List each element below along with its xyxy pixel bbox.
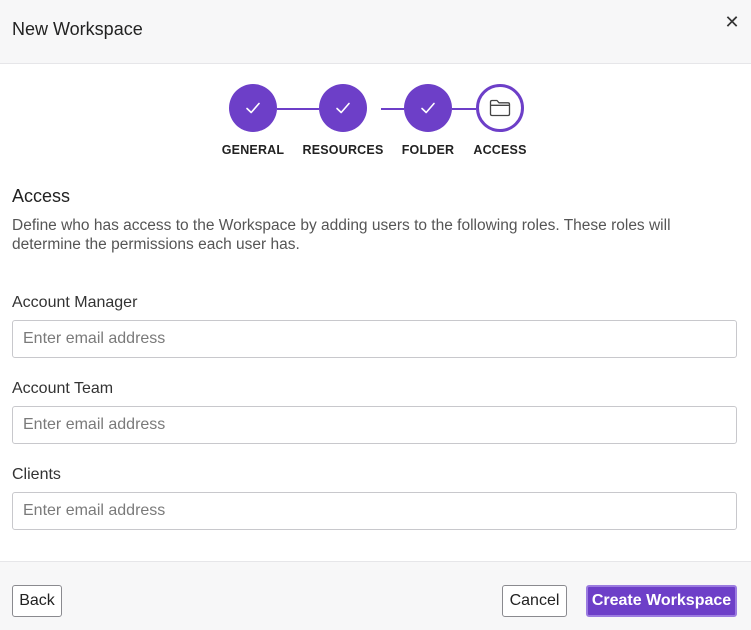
clients-label: Clients: [12, 466, 61, 483]
account-manager-email-input[interactable]: [12, 320, 737, 358]
step-general[interactable]: [229, 84, 277, 132]
folder-icon: [489, 99, 511, 117]
stepper: GENERAL RESOURCES FOLDER ACCESS: [0, 84, 751, 164]
dialog-title: New Workspace: [12, 19, 143, 39]
step-folder[interactable]: [404, 84, 452, 132]
clients-email-input[interactable]: [12, 492, 737, 530]
create-workspace-button[interactable]: Create Workspace: [586, 585, 737, 617]
dialog-header: New Workspace ✕: [0, 0, 751, 64]
dialog-footer: Back Cancel Create Workspace: [0, 561, 751, 630]
account-team-email-input[interactable]: [12, 406, 737, 444]
step-label-folder: FOLDER: [401, 143, 455, 157]
account-team-label: Account Team: [12, 380, 114, 397]
section-description: Define who has access to the Workspace b…: [12, 217, 671, 253]
account-manager-label: Account Manager: [12, 294, 138, 311]
section-title: Access: [12, 186, 71, 206]
step-connector: [452, 108, 476, 110]
step-label-access: ACCESS: [473, 143, 527, 157]
back-button[interactable]: Back: [12, 585, 62, 617]
step-label-general: GENERAL: [221, 143, 285, 157]
step-access[interactable]: [476, 84, 524, 132]
checkmark-icon: [336, 102, 350, 114]
checkmark-icon: [421, 102, 435, 114]
close-icon[interactable]: ✕: [722, 12, 742, 32]
step-connector: [277, 108, 319, 110]
checkmark-icon: [246, 102, 260, 114]
step-resources[interactable]: [319, 84, 367, 132]
step-label-resources: RESOURCES: [302, 143, 384, 157]
step-connector: [381, 108, 404, 110]
cancel-button[interactable]: Cancel: [502, 585, 567, 617]
new-workspace-dialog: New Workspace ✕ GENERAL RESOURCES FOLDER…: [0, 0, 751, 630]
